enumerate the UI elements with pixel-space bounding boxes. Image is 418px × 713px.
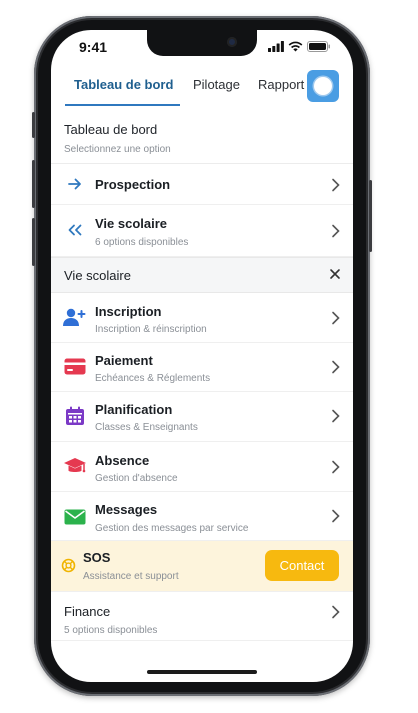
status-bar: 9:41 xyxy=(51,38,353,60)
page-subtitle: Selectionnez une option xyxy=(64,144,171,155)
chevron-right-icon xyxy=(332,409,340,423)
menu-item-absence[interactable]: Absence Gestion d'absence xyxy=(51,442,353,492)
tab-bar: Tableau de bord Pilotage Rapport xyxy=(51,70,353,108)
sos-subtitle: Assistance et support xyxy=(83,571,179,582)
menu-item-title: Messages xyxy=(95,502,158,517)
sos-banner: SOS Assistance et support Contact xyxy=(51,541,353,591)
wifi-icon xyxy=(288,41,303,52)
status-time: 9:41 xyxy=(79,39,108,55)
side-button-power xyxy=(369,180,372,252)
contact-button[interactable]: Contact xyxy=(265,550,339,581)
group-title: Vie scolaire xyxy=(64,268,131,283)
avatar-icon xyxy=(314,77,332,95)
arrow-right-icon xyxy=(64,173,86,195)
profile-button[interactable] xyxy=(307,70,339,102)
main-content: Tableau de bord Selectionnez une option … xyxy=(51,116,353,641)
chevron-right-icon xyxy=(332,224,340,238)
menu-item-inscription[interactable]: Inscription Inscription & réinscription xyxy=(51,293,353,343)
sos-title: SOS xyxy=(83,550,111,565)
menu-item-subtitle: 6 options disponibles xyxy=(95,237,189,248)
add-user-icon xyxy=(62,306,86,328)
status-icons xyxy=(268,41,331,52)
menu-item-title: Vie scolaire xyxy=(95,216,168,231)
chevron-right-icon xyxy=(332,360,340,374)
menu-item-subtitle: Classes & Enseignants xyxy=(95,422,198,433)
menu-item-paiement[interactable]: Paiement Echéances & Réglements xyxy=(51,343,353,392)
lifebuoy-icon xyxy=(61,558,76,578)
screen: 9:41 Tableau de bord Pilotage Rapport Ta… xyxy=(51,30,353,682)
calendar-icon xyxy=(64,405,86,427)
close-icon[interactable] xyxy=(327,266,343,282)
battery-icon xyxy=(307,41,330,52)
menu-item-subtitle: Inscription & réinscription xyxy=(95,324,207,335)
chevron-right-icon xyxy=(332,509,340,523)
tab-tableau-de-bord[interactable]: Tableau de bord xyxy=(74,77,173,92)
page-title: Tableau de bord xyxy=(64,122,158,137)
menu-item-title: Inscription xyxy=(95,304,162,319)
tab-rapport[interactable]: Rapport xyxy=(258,77,307,92)
signal-icon xyxy=(268,41,284,52)
side-button-volume-down xyxy=(32,218,35,266)
menu-item-subtitle: Gestion d'absence xyxy=(95,473,178,484)
tab-pilotage[interactable]: Pilotage xyxy=(193,77,240,92)
menu-item-subtitle: Gestion des messages par service xyxy=(95,523,249,534)
group-header-vie-scolaire: Vie scolaire xyxy=(51,257,353,293)
chevron-right-icon xyxy=(332,178,340,192)
envelope-icon xyxy=(64,506,86,528)
menu-item-prospection[interactable]: Prospection xyxy=(51,164,353,205)
side-button-volume-up xyxy=(32,160,35,208)
active-tab-indicator xyxy=(65,104,180,106)
menu-item-title: Finance xyxy=(64,604,111,619)
menu-item-finance[interactable]: Finance 5 options disponibles xyxy=(51,591,353,641)
menu-item-subtitle: 5 options disponibles xyxy=(64,625,158,636)
menu-item-title: Paiement xyxy=(95,353,153,368)
side-button-mute xyxy=(32,112,35,138)
credit-card-icon xyxy=(64,355,86,377)
menu-item-planification[interactable]: Planification Classes & Enseignants xyxy=(51,392,353,442)
double-chevron-left-icon xyxy=(64,219,86,241)
chevron-right-icon xyxy=(332,311,340,325)
menu-item-title: Absence xyxy=(95,453,150,468)
menu-item-messages[interactable]: Messages Gestion des messages par servic… xyxy=(51,492,353,541)
graduation-cap-icon xyxy=(63,455,87,477)
dashboard-header: Tableau de bord Selectionnez une option xyxy=(51,116,353,164)
menu-item-subtitle: Echéances & Réglements xyxy=(95,373,211,384)
chevron-right-icon xyxy=(332,460,340,474)
menu-item-title: Prospection xyxy=(95,177,171,192)
chevron-right-icon xyxy=(332,605,340,619)
home-indicator xyxy=(147,670,257,674)
menu-item-title: Planification xyxy=(95,402,173,417)
menu-item-vie-scolaire[interactable]: Vie scolaire 6 options disponibles xyxy=(51,205,353,257)
